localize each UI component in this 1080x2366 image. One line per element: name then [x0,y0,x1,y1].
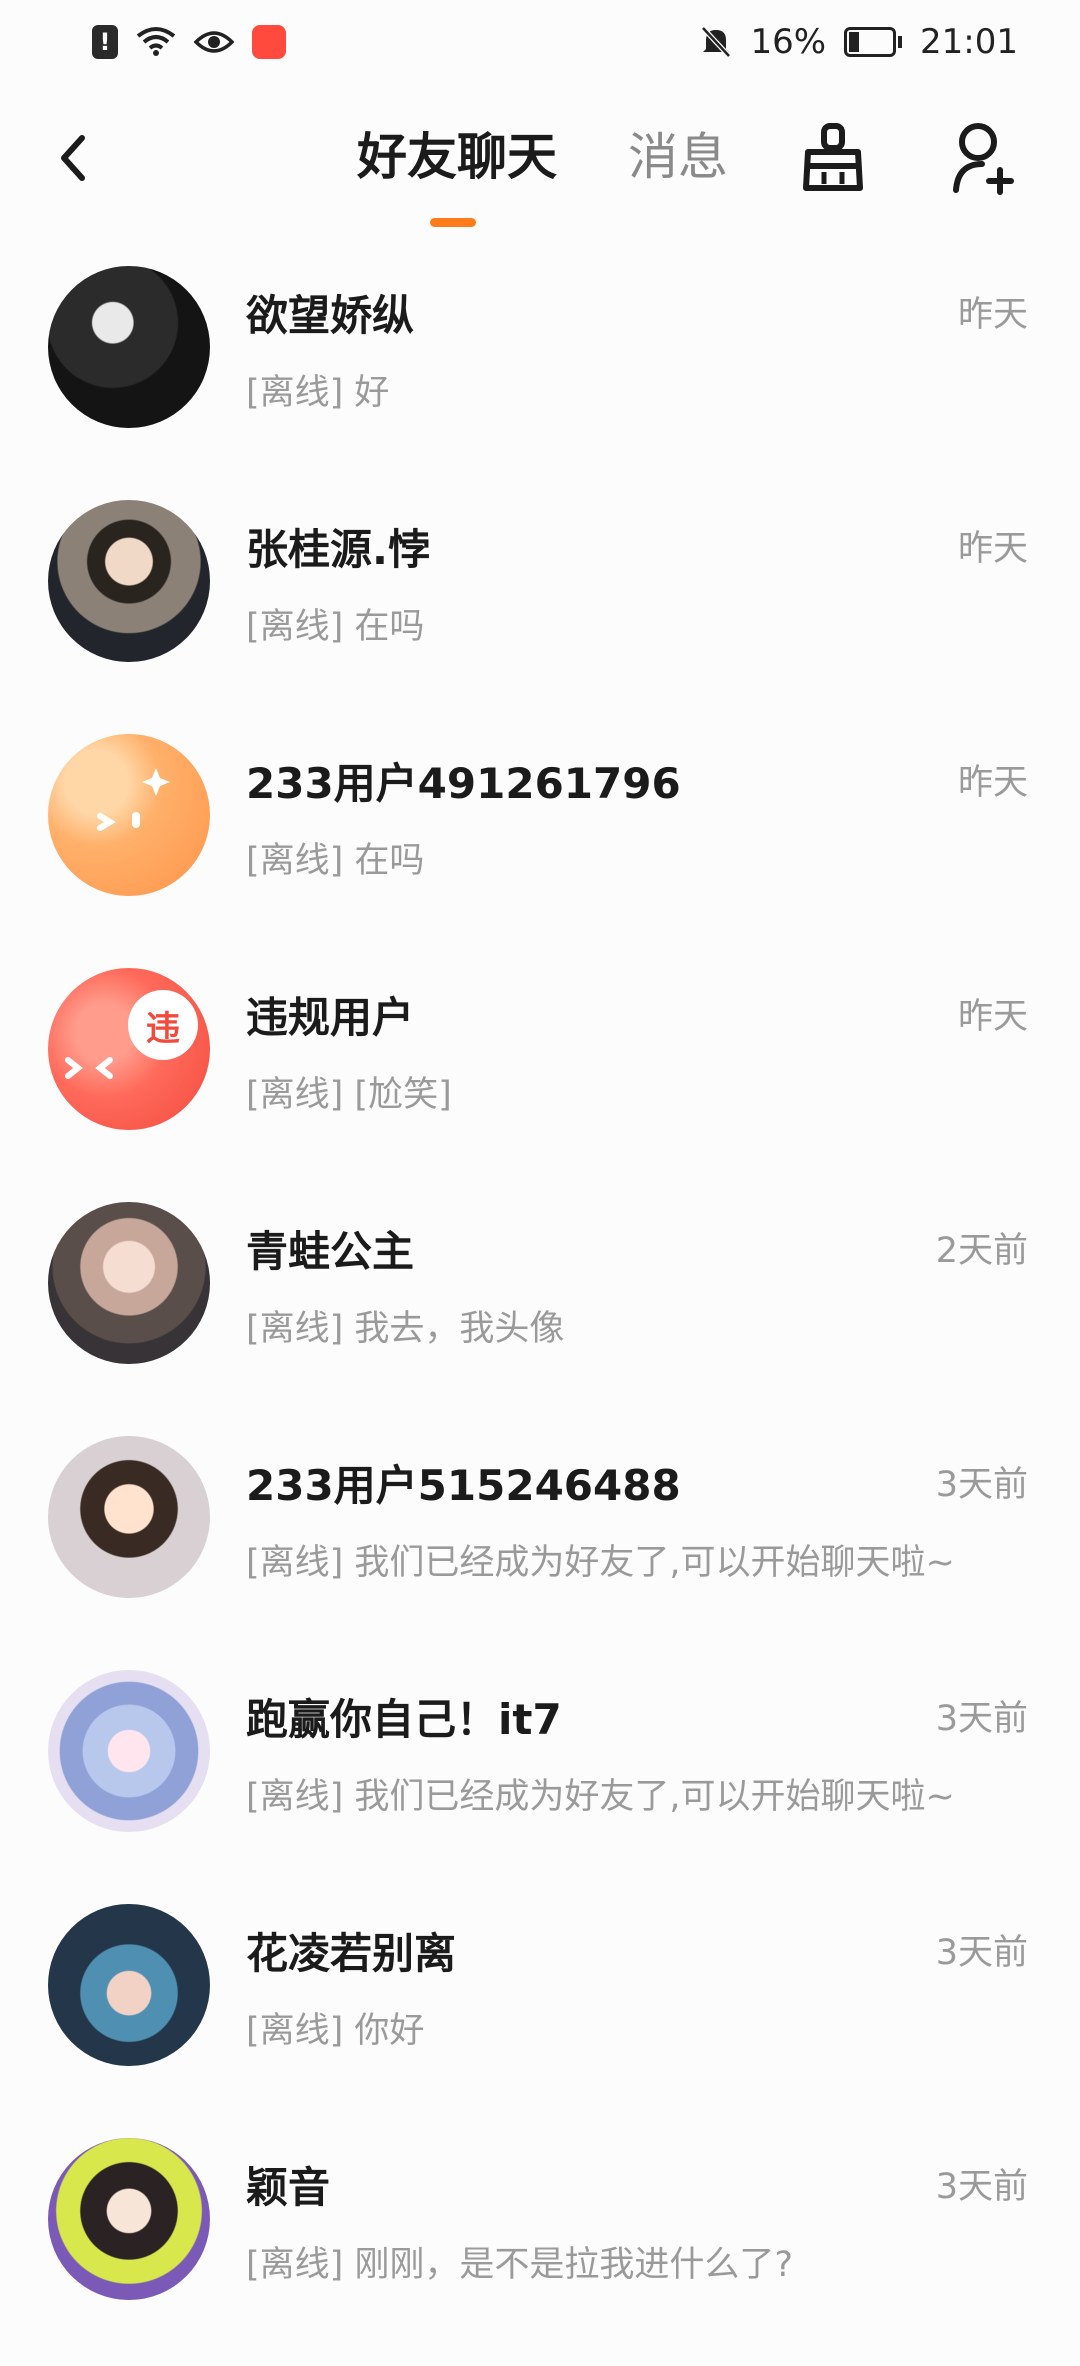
battery-icon [844,27,903,57]
contact-name: 青蛙公主 [246,1227,415,1276]
contact-name: 违规用户 [246,993,415,1042]
message-time: 昨天 [957,529,1028,569]
chat-item[interactable]: 跑赢你自己！it7 [离线] 我们已经成为好友了,可以开始聊天啦~ 3天前 [0,1664,1080,1898]
message-time: 3天前 [935,1465,1028,1505]
chevron-left-icon [61,135,85,181]
contact-name: 颖音 [246,2163,331,2212]
last-message: [离线] 好 [246,373,390,413]
message-time: 3天前 [935,1933,1028,1973]
battery-percent: 16% [750,22,827,62]
message-time: 3天前 [935,1699,1028,1739]
contact-name: 233用户515246488 [246,1461,681,1510]
app-icon [252,25,286,59]
eye-icon [194,31,234,53]
warning-icon: ! [92,25,118,59]
last-message: [离线] 我们已经成为好友了,可以开始聊天啦~ [246,1777,955,1817]
header: 好友聊天 消息 [0,100,1080,240]
last-message: [离线] 我去，我头像 [246,1309,565,1349]
avatar[interactable] [48,1436,210,1598]
default-avatar-face-icon [97,768,170,831]
message-time: 昨天 [957,997,1028,1037]
message-time: 昨天 [957,295,1028,335]
contact-name: 欲望娇纵 [246,291,415,340]
contact-name: 233用户491261796 [246,759,681,808]
avatar[interactable] [48,1670,210,1832]
chat-item[interactable]: 花凌若别离 [离线] 你好 3天前 [0,1898,1080,2132]
clock: 21:01 [920,22,1018,62]
last-message: [离线] 你好 [246,2011,425,2051]
chat-item[interactable]: 欲望娇纵 [离线] 好 昨天 [0,260,1080,494]
avatar[interactable]: 违 [48,968,210,1130]
active-tab-indicator [430,218,476,227]
broom-icon [803,123,863,191]
add-user-icon [953,123,1014,195]
avatar[interactable] [48,734,210,896]
status-left: ! [92,25,286,59]
last-message: [离线] 在吗 [246,607,425,647]
wifi-icon [136,27,176,56]
tab-friends-chat[interactable]: 好友聊天 [357,122,557,192]
tab-messages[interactable]: 消息 [628,122,728,192]
last-message: [离线] [尬笑] [246,1075,452,1115]
clean-button[interactable] [800,122,866,194]
chat-list: 欲望娇纵 [离线] 好 昨天 张桂源.悖 [离线] 在吗 昨天 233用户491… [0,260,1080,2366]
message-time: 昨天 [957,763,1028,803]
chat-item[interactable]: 233用户515246488 [离线] 我们已经成为好友了,可以开始聊天啦~ 3… [0,1430,1080,1664]
chat-item[interactable]: 违 违规用户 [离线] [尬笑] 昨天 [0,962,1080,1196]
status-bar: ! 16% 21:01 [0,0,1080,84]
contact-name: 张桂源.悖 [246,525,430,574]
chat-item[interactable]: 颖音 [离线] 刚刚，是不是拉我进什么了? 3天前 [0,2132,1080,2366]
bell-muted-icon [701,26,732,58]
avatar[interactable] [48,1202,210,1364]
contact-name: 花凌若别离 [246,1929,457,1978]
avatar[interactable] [48,266,210,428]
avatar[interactable] [48,2138,210,2300]
avatar[interactable] [48,1904,210,2066]
chat-item[interactable]: 青蛙公主 [离线] 我去，我头像 2天前 [0,1196,1080,1430]
back-button[interactable] [48,128,108,188]
violation-badge: 违 [128,990,198,1060]
add-friend-button[interactable] [952,120,1018,196]
status-right: 16% 21:01 [700,22,1018,62]
chat-item[interactable]: 张桂源.悖 [离线] 在吗 昨天 [0,494,1080,728]
avatar[interactable] [48,500,210,662]
message-time: 2天前 [935,1231,1028,1271]
message-time: 3天前 [935,2167,1028,2207]
last-message: [离线] 刚刚，是不是拉我进什么了? [246,2245,794,2285]
last-message: [离线] 在吗 [246,841,425,881]
last-message: [离线] 我们已经成为好友了,可以开始聊天啦~ [246,1543,955,1583]
chat-item[interactable]: 233用户491261796 [离线] 在吗 昨天 [0,728,1080,962]
contact-name: 跑赢你自己！it7 [246,1695,562,1744]
